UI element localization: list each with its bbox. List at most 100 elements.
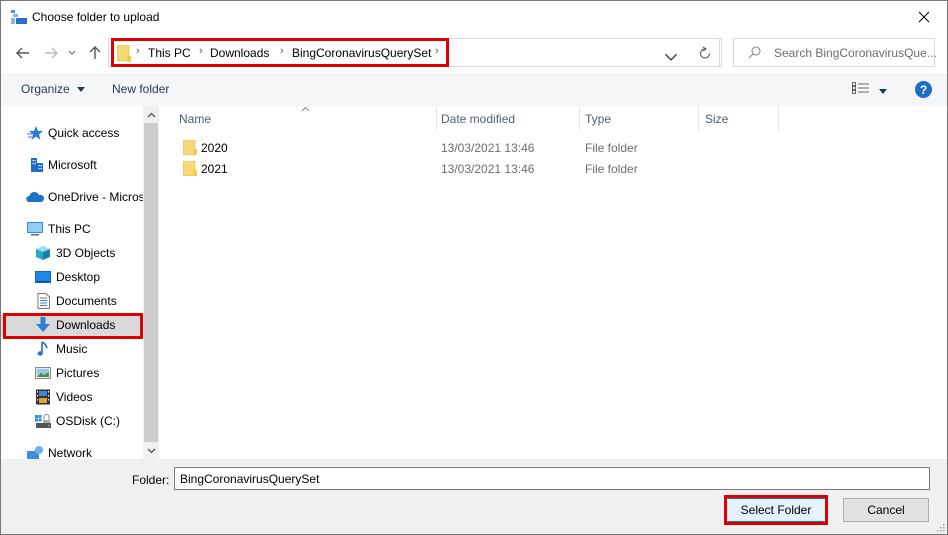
sidebar-item-label: Quick access — [48, 126, 120, 140]
desktop-icon — [35, 271, 51, 283]
sidebar-item-network[interactable]: Network — [1, 442, 143, 459]
chevron-up-icon — [147, 112, 155, 117]
window-title: Choose folder to upload — [32, 10, 160, 24]
forward-button[interactable] — [41, 43, 61, 63]
column-header-label: Name — [179, 112, 212, 126]
arrow-up-icon — [89, 46, 101, 59]
column-header-size[interactable]: Size — [699, 106, 778, 131]
sidebar-item-label: Desktop — [56, 270, 101, 284]
file-name: 2021 — [201, 162, 228, 176]
search-input[interactable]: Search BingCoronavirusQue... — [733, 38, 937, 67]
select-folder-highlight-box — [724, 495, 828, 525]
title-bar: Choose folder to upload — [1, 1, 947, 33]
sidebar-item-3d-objects[interactable]: 3D Objects — [1, 242, 143, 264]
new-folder-button[interactable]: New folder — [112, 82, 169, 96]
sidebar-item-label: Network — [48, 446, 93, 459]
sidebar-item-label: Pictures — [56, 366, 100, 380]
address-dropdown-icon[interactable] — [664, 50, 678, 64]
recent-locations-button[interactable] — [65, 43, 79, 63]
sidebar-item-label: 3D Objects — [56, 246, 116, 260]
organize-label: Organize — [21, 82, 70, 96]
sidebar-item-videos[interactable]: Videos — [1, 386, 143, 408]
file-date: 13/03/2021 13:46 — [441, 162, 535, 176]
file-type: File folder — [585, 141, 638, 155]
sidebar-scrollbar[interactable] — [143, 106, 159, 459]
downloads-highlight-box — [3, 313, 143, 339]
column-header-name[interactable]: Name — [161, 106, 436, 131]
column-header-label: Size — [705, 112, 729, 126]
help-icon[interactable]: ? — [915, 81, 932, 98]
navigation-bar: › This PC › Downloads › BingCoronavirusQ… — [1, 33, 947, 73]
file-name: 2020 — [201, 141, 228, 155]
back-button[interactable] — [13, 43, 33, 63]
sidebar-item-desktop[interactable]: Desktop — [1, 266, 143, 288]
refresh-button[interactable] — [689, 38, 722, 67]
column-header-label: Type — [585, 112, 612, 126]
sidebar-item-pictures[interactable]: Pictures — [1, 362, 143, 384]
up-button[interactable] — [85, 43, 105, 63]
music-note-icon — [37, 341, 48, 356]
dialog-footer: Folder: Select Folder Cancel — [1, 459, 947, 534]
view-options-button[interactable] — [852, 82, 888, 98]
file-row[interactable]: 2020 13/03/2021 13:46 File folder — [161, 137, 947, 158]
chevron-down-icon — [147, 448, 155, 453]
cube-icon — [36, 246, 50, 260]
sidebar-item-osdisk[interactable]: OSDisk (C:) — [1, 410, 143, 432]
navigation-pane: Quick access Microsoft OneDrive - Micros — [1, 106, 143, 459]
column-header-type[interactable]: Type — [580, 106, 698, 131]
file-row[interactable]: 2021 13/03/2021 13:46 File folder — [161, 158, 947, 179]
folder-name-input[interactable] — [174, 467, 930, 490]
arrow-left-icon — [16, 47, 29, 59]
sidebar-item-microsoft[interactable]: Microsoft — [1, 154, 143, 176]
film-icon — [36, 389, 50, 405]
folder-label: Folder: — [132, 473, 170, 487]
network-icon — [27, 446, 43, 459]
star-icon — [27, 126, 43, 140]
building-icon — [31, 158, 43, 172]
app-icon — [11, 10, 27, 24]
sidebar-item-documents[interactable]: Documents — [1, 290, 143, 312]
column-header-label: Date modified — [441, 112, 516, 126]
sidebar-item-label: Documents — [56, 294, 117, 308]
details-view-icon — [852, 82, 869, 94]
sort-ascending-icon — [301, 106, 310, 112]
chevron-down-icon — [68, 50, 76, 55]
scroll-down-button[interactable] — [143, 442, 159, 459]
picture-icon — [35, 367, 51, 379]
sidebar-item-label: OSDisk (C:) — [56, 414, 120, 428]
column-divider[interactable] — [778, 106, 779, 131]
sidebar-item-quick-access[interactable]: Quick access — [1, 122, 143, 144]
folder-icon — [183, 161, 197, 176]
file-date: 13/03/2021 13:46 — [441, 141, 535, 155]
sidebar-item-label: Microsoft — [48, 158, 97, 172]
column-header-date-modified[interactable]: Date modified — [437, 106, 579, 131]
search-placeholder: Search BingCoronavirusQue... — [774, 46, 937, 60]
folder-picker-dialog: Choose folder to upload › This PC › Down… — [0, 0, 948, 535]
refresh-icon — [699, 46, 711, 59]
close-button[interactable] — [901, 1, 947, 33]
sidebar-item-this-pc[interactable]: This PC — [1, 218, 143, 240]
sidebar-item-music[interactable]: Music — [1, 338, 143, 360]
sidebar-item-onedrive[interactable]: OneDrive - Micros — [1, 186, 143, 208]
caret-down-icon — [77, 87, 86, 93]
sidebar-item-label: OneDrive - Micros — [48, 190, 143, 204]
disk-drive-icon — [35, 414, 51, 428]
file-type: File folder — [585, 162, 638, 176]
scroll-thumb[interactable] — [144, 123, 158, 442]
caret-down-icon — [879, 89, 888, 95]
file-list: Name Date modified Type Size 2020 13/03/… — [161, 106, 947, 459]
scroll-up-button[interactable] — [143, 106, 159, 123]
sidebar-item-label: Music — [56, 342, 88, 356]
organize-menu[interactable]: Organize — [21, 82, 86, 96]
command-toolbar: Organize New folder — [1, 73, 947, 106]
arrow-right-icon — [45, 47, 58, 59]
document-icon — [37, 293, 50, 309]
computer-icon — [27, 222, 43, 236]
sidebar-item-label: Videos — [56, 390, 93, 404]
sidebar-item-label: This PC — [48, 222, 91, 236]
cancel-button[interactable]: Cancel — [843, 498, 929, 522]
close-icon — [918, 11, 930, 23]
resize-grip-icon[interactable] — [935, 522, 945, 532]
breadcrumb-highlight-box — [111, 38, 449, 67]
cloud-icon — [26, 191, 44, 202]
